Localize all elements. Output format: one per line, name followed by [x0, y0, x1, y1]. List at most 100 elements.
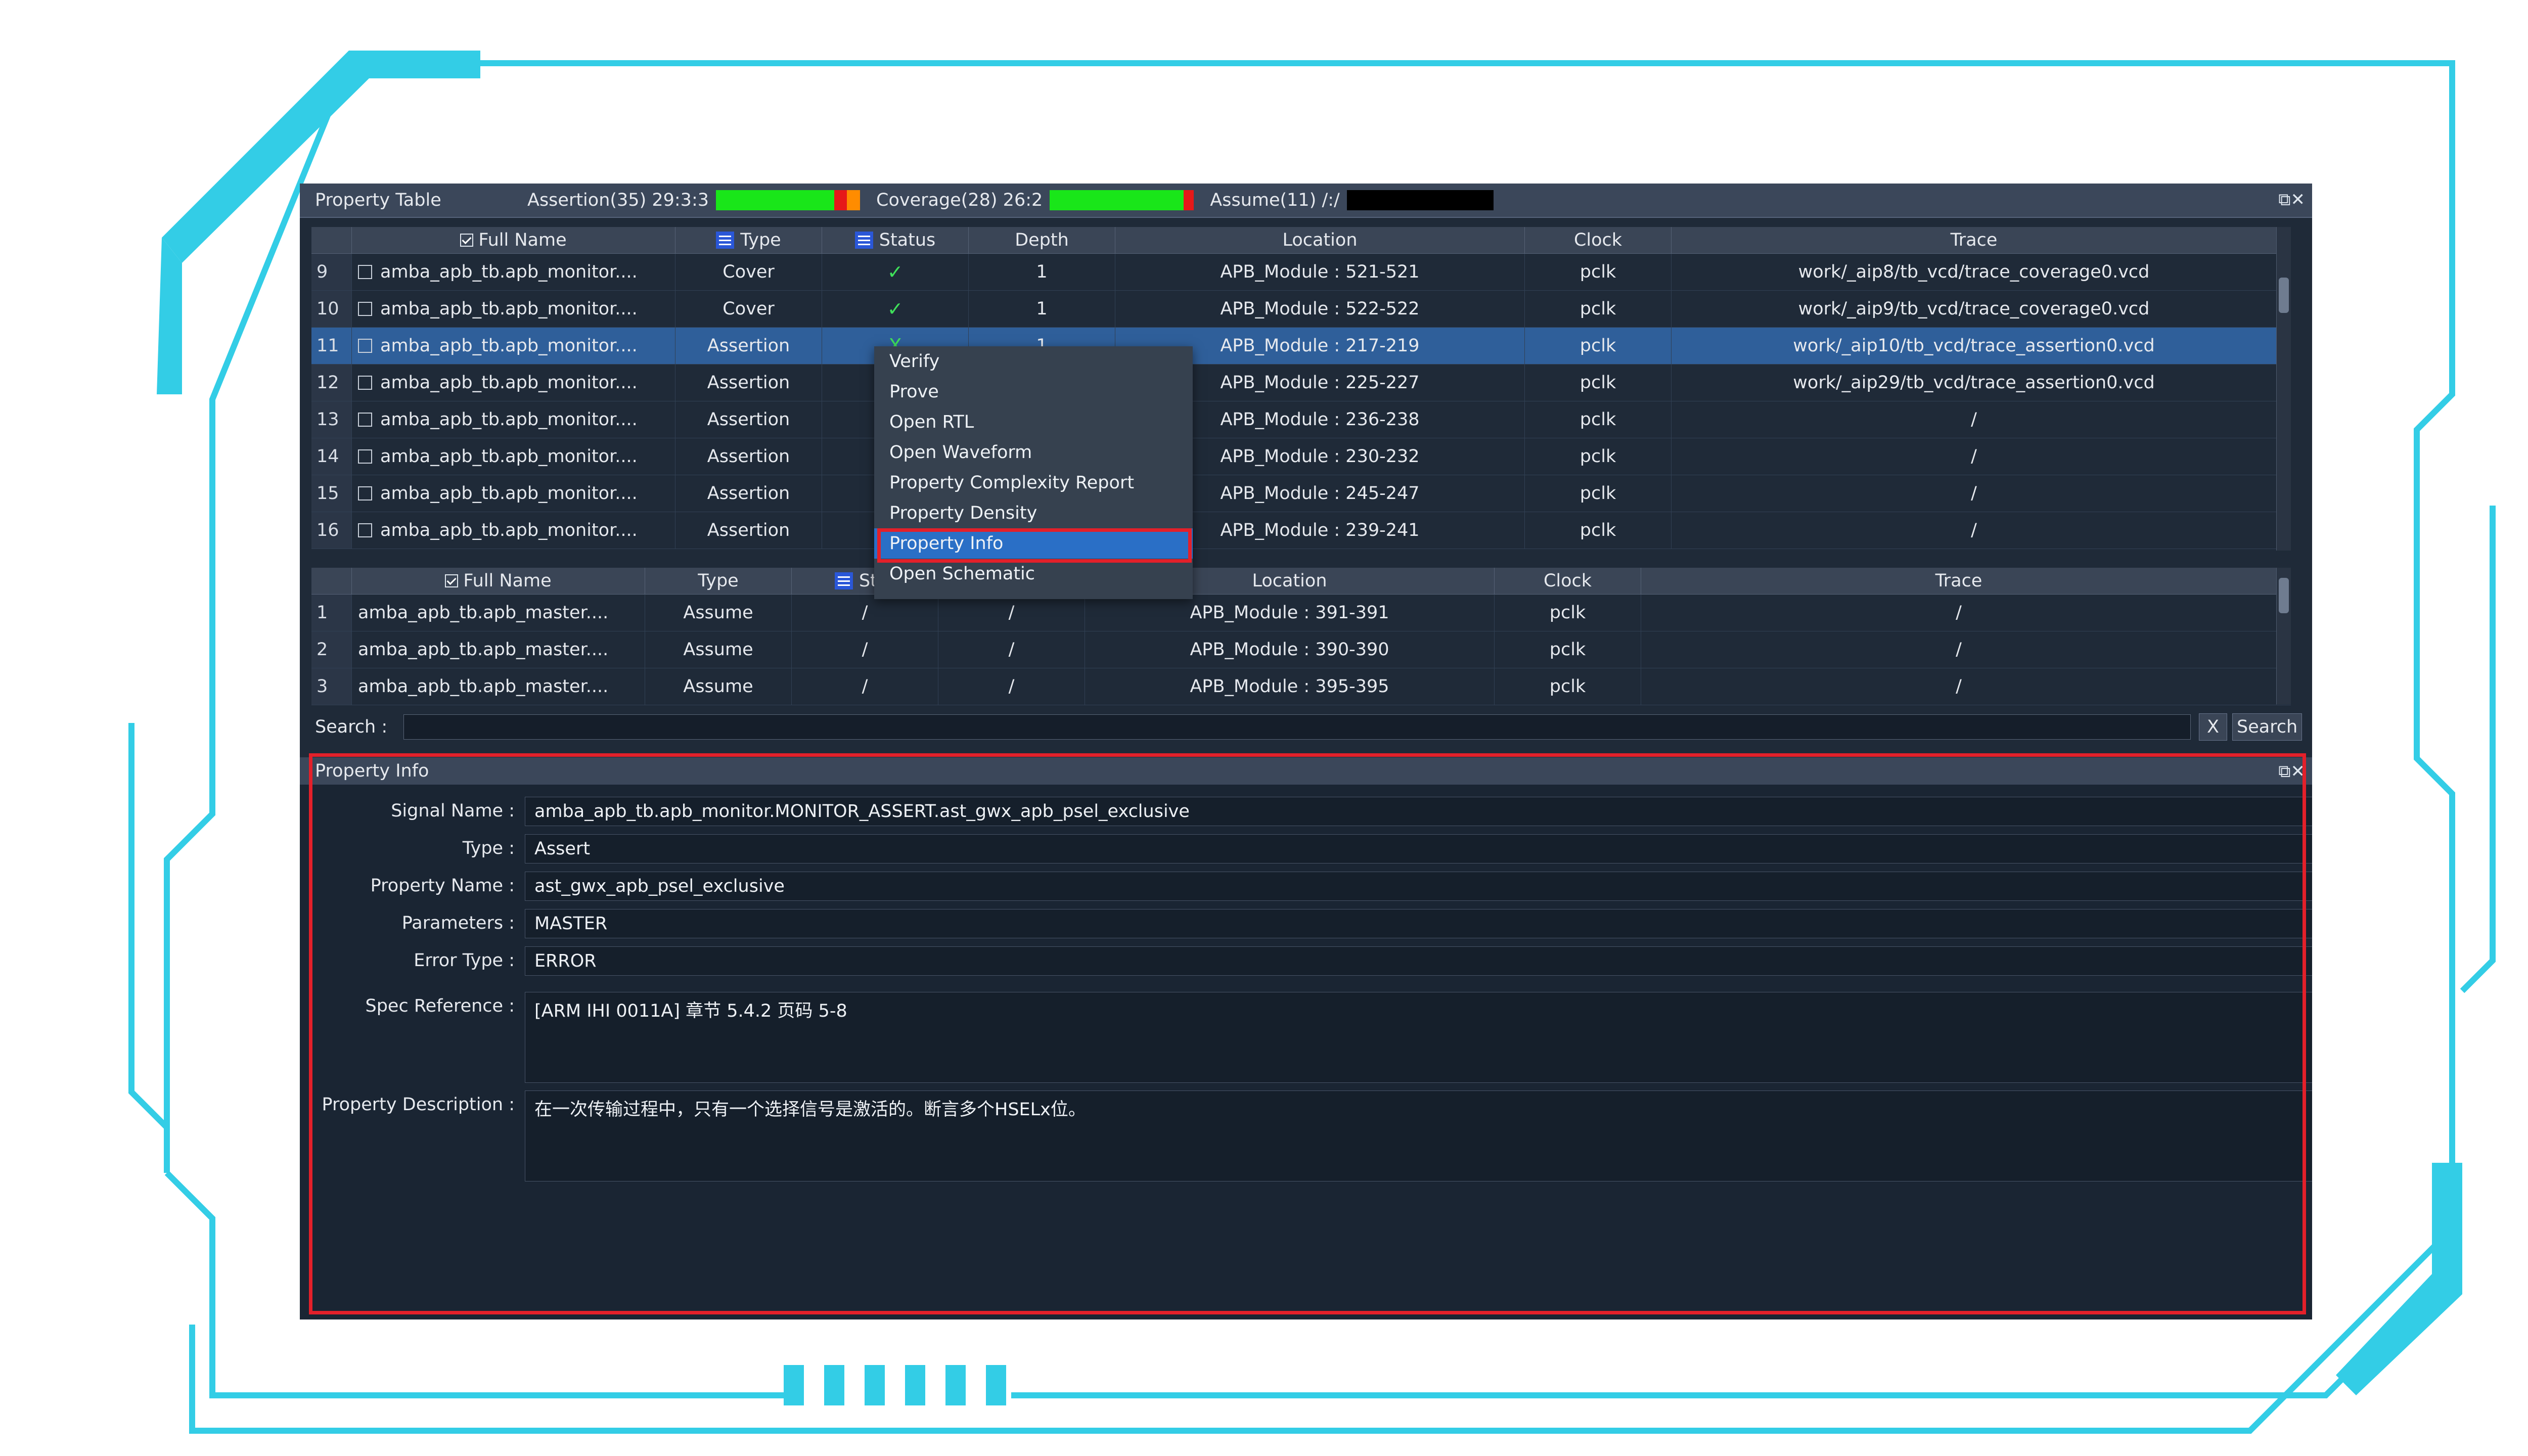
col-status[interactable]: Status [822, 227, 969, 253]
row-number: 2 [311, 631, 352, 668]
row-checkbox[interactable] [358, 302, 372, 316]
col-type[interactable]: Type [645, 568, 792, 594]
table-row[interactable]: 12 amba_apb_tb.apb_monitor.... Assertion AP… [311, 365, 2291, 401]
row-number: 9 [311, 254, 352, 290]
full-name-cell[interactable]: amba_apb_tb.apb_master.... [352, 631, 645, 668]
select-all-checkbox[interactable] [460, 234, 474, 247]
status-cell: / [792, 595, 938, 631]
col-clock[interactable]: Clock [1525, 227, 1672, 253]
trace-cell: / [1672, 438, 2277, 475]
clock-cell: pclk [1525, 254, 1672, 290]
menu-item-property-complexity-report[interactable]: Property Complexity Report [874, 468, 1193, 498]
search-input[interactable] [403, 714, 2191, 740]
menu-item-open-rtl[interactable]: Open RTL [874, 407, 1193, 437]
col-trace[interactable]: Trace [1641, 568, 2277, 594]
clock-cell: pclk [1525, 438, 1672, 475]
full-name-cell[interactable]: amba_apb_tb.apb_monitor.... [352, 401, 675, 438]
assume-table-header: Full Name Type Stat Location Clock Trace [311, 568, 2291, 595]
full-name-text: amba_apb_tb.apb_monitor.... [380, 446, 638, 467]
table-row[interactable]: 3 amba_apb_tb.apb_master.... Assume / / APB_M… [311, 668, 2291, 705]
assume-table-body: 1 amba_apb_tb.apb_master.... Assume / / APB_M… [311, 595, 2291, 705]
col-full-name[interactable]: Full Name [352, 227, 675, 253]
assertion-table-scrollbar[interactable] [2276, 227, 2291, 551]
table-row[interactable]: 2 amba_apb_tb.apb_master.... Assume / / APB_M… [311, 631, 2291, 668]
menu-item-property-density[interactable]: Property Density [874, 498, 1193, 528]
clock-cell: pclk [1495, 668, 1641, 705]
col-trace[interactable]: Trace [1672, 227, 2277, 253]
table-row[interactable]: 10 amba_apb_tb.apb_monitor.... Cover ✓ 1 APB_… [311, 291, 2291, 328]
filter-icon[interactable] [834, 572, 853, 589]
row-checkbox[interactable] [358, 339, 372, 353]
row-checkbox[interactable] [358, 449, 372, 464]
full-name-cell[interactable]: amba_apb_tb.apb_monitor.... [352, 512, 675, 549]
float-close-icon[interactable]: ⧉✕ [2278, 190, 2305, 210]
table-row[interactable]: 15 amba_apb_tb.apb_monitor.... Assertion AP… [311, 475, 2291, 512]
row-checkbox[interactable] [358, 523, 372, 537]
clock-cell: pclk [1525, 401, 1672, 438]
row-checkbox[interactable] [358, 413, 372, 427]
table-row[interactable]: 9 amba_apb_tb.apb_monitor.... Cover ✓ 1 APB_M… [311, 254, 2291, 291]
full-name-cell[interactable]: amba_apb_tb.apb_monitor.... [352, 291, 675, 327]
col-clock[interactable]: Clock [1495, 568, 1641, 594]
type-cell: Assume [645, 631, 792, 668]
type-cell: Assertion [675, 512, 822, 549]
full-name-cell[interactable]: amba_apb_tb.apb_master.... [352, 595, 645, 631]
full-name-cell[interactable]: amba_apb_tb.apb_monitor.... [352, 438, 675, 475]
table-row[interactable]: 11 amba_apb_tb.apb_monitor.... Assertion X 1… [311, 328, 2291, 365]
table-row[interactable]: 16 amba_apb_tb.apb_monitor.... Assertion AP… [311, 512, 2291, 549]
trace-cell: work/_aip29/tb_vcd/trace_assertion0.vcd [1672, 365, 2277, 401]
location-cell: APB_Module : 390-390 [1085, 631, 1495, 668]
search-label: Search : [315, 717, 388, 737]
clock-cell: pclk [1525, 291, 1672, 327]
table-row[interactable]: 1 amba_apb_tb.apb_master.... Assume / / APB_M… [311, 595, 2291, 631]
full-name-cell[interactable]: amba_apb_tb.apb_master.... [352, 668, 645, 705]
row-checkbox[interactable] [358, 486, 372, 500]
filter-icon[interactable] [716, 232, 735, 249]
clock-cell: pclk [1525, 365, 1672, 401]
full-name-text: amba_apb_tb.apb_monitor.... [380, 520, 638, 540]
select-all-checkbox[interactable] [445, 574, 459, 587]
row-number: 11 [311, 328, 352, 364]
trace-cell: / [1641, 631, 2277, 668]
row-checkbox[interactable] [358, 265, 372, 279]
progress-segment [1346, 190, 1494, 210]
table-row[interactable]: 14 amba_apb_tb.apb_monitor.... Assertion AP… [311, 438, 2291, 475]
scrollbar-thumb[interactable] [2279, 278, 2289, 313]
table-row[interactable]: 13 amba_apb_tb.apb_monitor.... Assertion AP… [311, 401, 2291, 438]
col-full-name[interactable]: Full Name [352, 568, 645, 594]
assertion-table: Full Name Type Status Depth Location Clo… [311, 227, 2291, 551]
type-cell: Assume [645, 668, 792, 705]
full-name-cell[interactable]: amba_apb_tb.apb_monitor.... [352, 254, 675, 290]
clock-cell: pclk [1525, 475, 1672, 512]
type-cell: Cover [675, 291, 822, 327]
clear-search-button[interactable]: X [2199, 713, 2227, 741]
menu-item-open-waveform[interactable]: Open Waveform [874, 437, 1193, 468]
row-number: 3 [311, 668, 352, 705]
trace-cell: work/_aip8/tb_vcd/trace_coverage0.vcd [1672, 254, 2277, 290]
location-cell: APB_Module : 521-521 [1115, 254, 1525, 290]
filter-icon[interactable] [854, 232, 873, 249]
trace-cell: / [1641, 595, 2277, 631]
menu-item-prove[interactable]: Prove [874, 377, 1193, 407]
row-number: 16 [311, 512, 352, 549]
menu-item-verify[interactable]: Verify [874, 346, 1193, 377]
col-num [311, 227, 352, 253]
type-cell: Assertion [675, 438, 822, 475]
type-cell: Assertion [675, 365, 822, 401]
assume-table-scrollbar[interactable] [2276, 568, 2291, 704]
scrollbar-thumb[interactable] [2279, 578, 2289, 613]
row-number: 14 [311, 438, 352, 475]
full-name-cell[interactable]: amba_apb_tb.apb_monitor.... [352, 475, 675, 512]
location-cell: APB_Module : 522-522 [1115, 291, 1525, 327]
menu-item-open-schematic[interactable]: Open Schematic [874, 559, 1193, 589]
col-type[interactable]: Type [675, 227, 822, 253]
full-name-cell[interactable]: amba_apb_tb.apb_monitor.... [352, 365, 675, 401]
row-checkbox[interactable] [358, 376, 372, 390]
full-name-cell[interactable]: amba_apb_tb.apb_monitor.... [352, 328, 675, 364]
assume-table: Full Name Type Stat Location Clock Trace… [311, 568, 2291, 705]
col-depth[interactable]: Depth [969, 227, 1115, 253]
clock-cell: pclk [1525, 328, 1672, 364]
col-location[interactable]: Location [1115, 227, 1525, 253]
progress-segment [1050, 190, 1184, 210]
search-button[interactable]: Search [2232, 713, 2303, 741]
